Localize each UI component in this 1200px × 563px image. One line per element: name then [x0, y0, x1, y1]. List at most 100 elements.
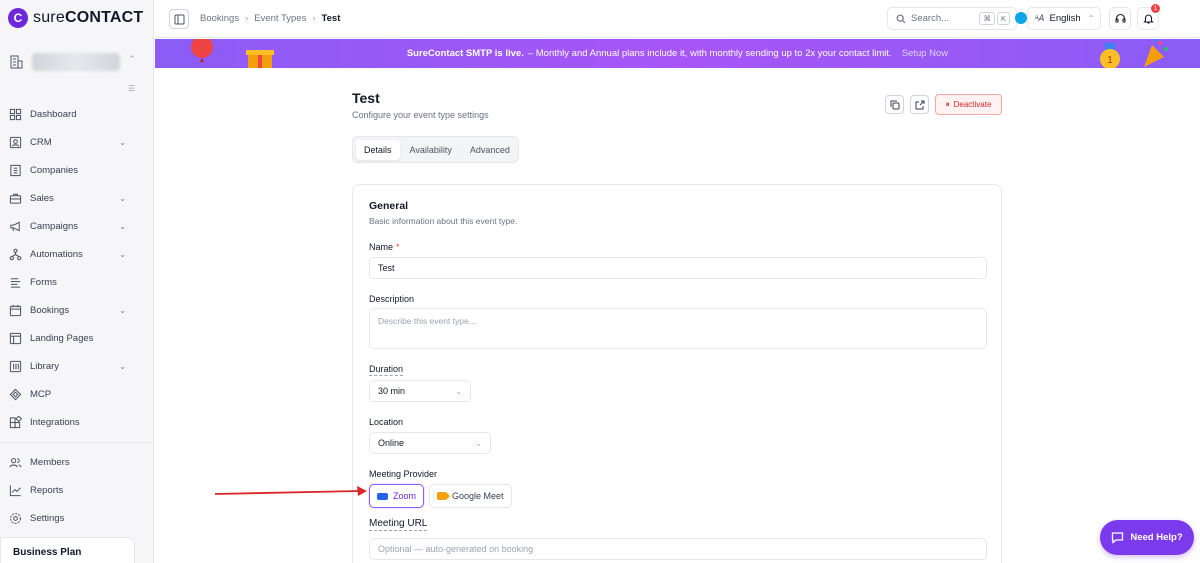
brand-logo-icon: C: [8, 8, 28, 28]
workflow-icon: [9, 248, 22, 260]
section-subtitle: Basic information about this event type.: [369, 216, 518, 226]
sidebar-item-label: MCP: [30, 388, 52, 400]
panel-icon: [174, 14, 184, 24]
notification-count-badge: 1: [1151, 4, 1160, 13]
members-icon: [9, 457, 22, 467]
sidebar-item-crm[interactable]: CRM ⌄: [0, 128, 154, 156]
building-icon: [10, 164, 21, 176]
svg-text:1: 1: [1107, 55, 1113, 66]
reports-icon: [9, 484, 21, 496]
provider-google-meet-label: Google Meet: [452, 491, 504, 501]
need-help-button[interactable]: Need Help?: [1100, 520, 1194, 555]
sidebar-item-members[interactable]: Members: [0, 448, 154, 476]
sidebar-item-mcp[interactable]: MCP: [0, 380, 154, 408]
bell-icon: [1142, 14, 1154, 24]
translate-icon: ᵃ𝘈: [1035, 13, 1045, 23]
chevron-down-icon: ⌄: [475, 438, 482, 448]
organization-name-redacted: [32, 53, 120, 71]
chevron-down-icon: ⌄: [119, 362, 126, 371]
provider-zoom-button[interactable]: Zoom: [369, 484, 424, 508]
language-selector[interactable]: ᵃ𝘈 English ⌃: [1027, 7, 1101, 30]
breadcrumb-item-current: Test: [321, 13, 341, 24]
top-bar: Bookings › Event Types › Test Search... …: [155, 0, 1200, 38]
tab-details[interactable]: Details: [356, 139, 400, 160]
breadcrumb-item-event-types[interactable]: Event Types: [254, 13, 306, 24]
name-label-text: Name: [369, 242, 394, 252]
integrations-icon: [9, 415, 22, 428]
search-input[interactable]: Search... ⌘ K: [887, 7, 1017, 30]
brand-logo[interactable]: C sureCONTACT: [8, 8, 143, 28]
breadcrumb-separator-icon: ›: [245, 13, 249, 24]
pause-icon: ⏸: [945, 99, 950, 109]
sidebar-item-label: Automations: [30, 248, 83, 260]
deactivate-label: Deactivate: [953, 100, 992, 109]
kbd-k: K: [996, 12, 1010, 25]
chevron-down-icon: ⌄: [119, 250, 126, 259]
notifications-button[interactable]: 1: [1137, 4, 1160, 30]
sidebar-item-label: Library: [30, 360, 60, 372]
plan-badge[interactable]: Business Plan: [0, 537, 135, 563]
tab-availability[interactable]: Availability: [402, 140, 460, 160]
duration-value: 30 min: [378, 386, 406, 396]
copy-icon: [890, 100, 899, 109]
support-button[interactable]: [1109, 7, 1131, 30]
sidebar-collapse-icon[interactable]: ☰: [128, 84, 142, 96]
brand-name-suffix: CONTACT: [64, 9, 144, 26]
sidebar-item-label: Companies: [30, 164, 79, 176]
required-asterisk: *: [396, 242, 400, 252]
dashboard-icon: [9, 108, 22, 120]
brand-name-prefix: sure: [33, 9, 65, 26]
sidebar-item-campaigns[interactable]: Campaigns ⌄: [0, 212, 154, 240]
sidebar-item-companies[interactable]: Companies: [0, 156, 154, 184]
library-icon: [9, 360, 22, 372]
sidebar-item-label: Settings: [30, 512, 65, 524]
sidebar-item-automations[interactable]: Automations ⌄: [0, 240, 154, 268]
profile-logo-icon[interactable]: [1015, 12, 1027, 24]
chevron-down-icon: ⌄: [119, 222, 126, 231]
sidebar-item-integrations[interactable]: Integrations: [0, 408, 154, 436]
meeting-url-field[interactable]: Optional — auto-generated on booking: [369, 538, 987, 560]
organization-switcher[interactable]: ⌃: [8, 48, 146, 76]
chevron-down-icon: ⌄: [119, 194, 126, 203]
sidebar-item-landing-pages[interactable]: Landing Pages: [0, 324, 154, 352]
banner-title: SureContact SMTP is live.: [406, 48, 524, 59]
deactivate-button[interactable]: ⏸ Deactivate: [935, 94, 1002, 115]
sidebar-item-library[interactable]: Library ⌄: [0, 352, 154, 380]
toggle-sidebar-button[interactable]: [169, 9, 189, 29]
chat-icon: [1112, 532, 1124, 544]
briefcase-icon: [9, 193, 22, 204]
google-meet-icon: [437, 492, 450, 500]
chevron-down-icon: ⌄: [119, 138, 126, 147]
location-select[interactable]: Online ⌄: [369, 432, 491, 454]
tab-advanced[interactable]: Advanced: [462, 140, 518, 160]
zoom-icon: [377, 492, 388, 500]
banner-setup-link[interactable]: Setup Now: [902, 48, 948, 59]
description-field[interactable]: Describe this event type...: [369, 308, 987, 349]
sidebar-item-reports[interactable]: Reports: [0, 476, 154, 504]
provider-google-meet-button[interactable]: Google Meet: [429, 484, 512, 508]
duplicate-button[interactable]: [885, 95, 904, 114]
search-icon: [896, 14, 906, 23]
chevron-down-icon: ⌄: [119, 306, 126, 315]
open-external-button[interactable]: [910, 95, 929, 114]
sidebar-item-bookings[interactable]: Bookings ⌄: [0, 296, 154, 324]
sidebar-item-settings[interactable]: Settings: [0, 504, 154, 532]
location-value: Online: [378, 438, 405, 448]
general-settings-card: General Basic information about this eve…: [352, 184, 1002, 563]
search-shortcut: ⌘ K: [979, 12, 1010, 25]
chevron-updown-icon: ⌃: [1087, 14, 1095, 23]
duration-select[interactable]: 30 min ⌄: [369, 380, 471, 402]
breadcrumb-item-bookings[interactable]: Bookings: [200, 13, 239, 24]
form-icon: [10, 277, 21, 288]
crm-icon: [9, 136, 22, 148]
sidebar-item-sales[interactable]: Sales ⌄: [0, 184, 154, 212]
sidebar-divider: [0, 442, 154, 443]
provider-zoom-label: Zoom: [392, 491, 416, 501]
sidebar-item-dashboard[interactable]: Dashboard: [0, 100, 154, 128]
page-title: Test: [352, 90, 380, 106]
sidebar-item-forms[interactable]: Forms: [0, 268, 154, 296]
tab-list: Details Availability Advanced: [352, 136, 519, 163]
sidebar-item-label: Reports: [30, 484, 64, 496]
name-field[interactable]: Test: [369, 257, 987, 279]
duration-label: Duration: [369, 364, 404, 376]
